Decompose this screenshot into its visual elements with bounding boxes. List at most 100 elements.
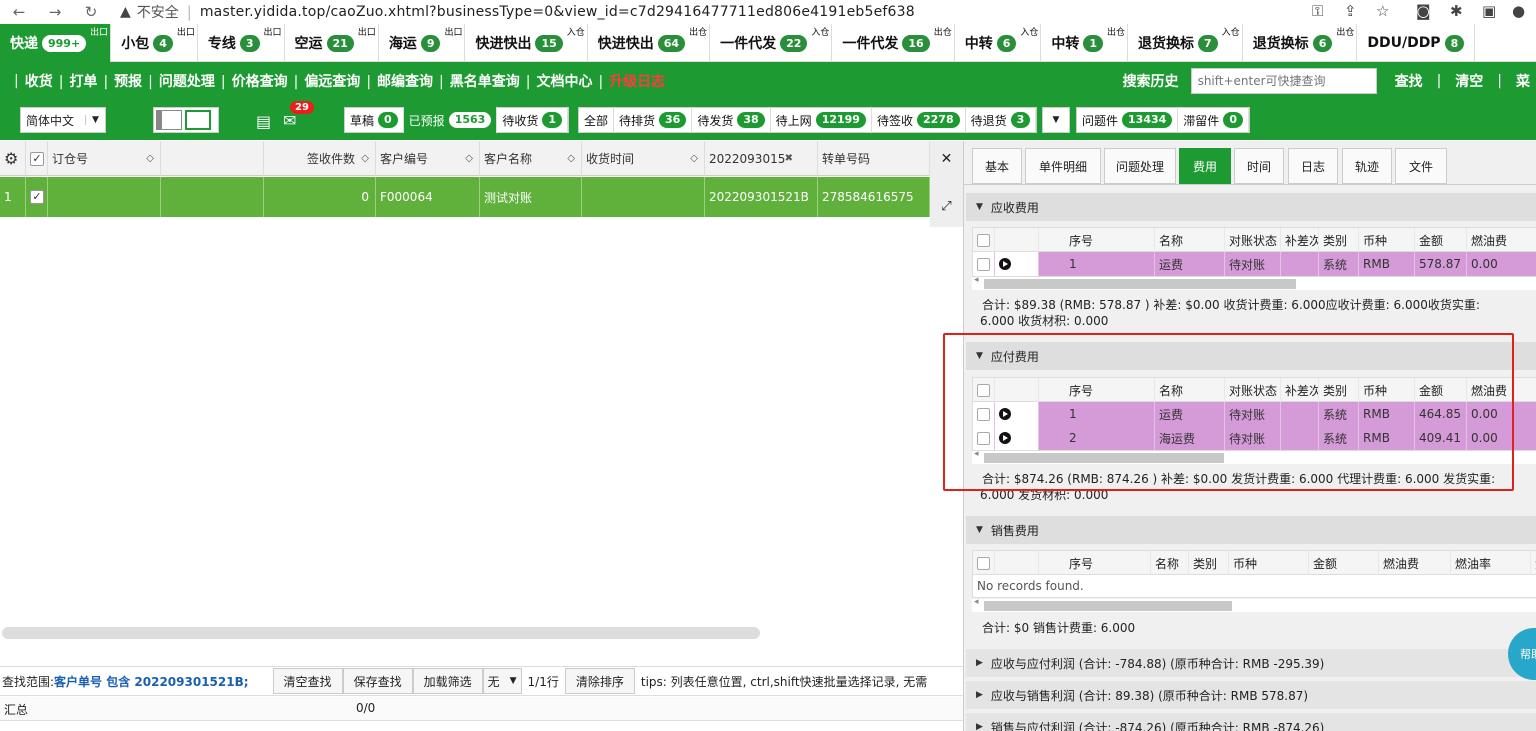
share-icon[interactable]: ⇪ <box>1344 2 1357 20</box>
receivable-scrollbar[interactable]: ◂ <box>972 275 1536 290</box>
col-header-sign-count[interactable]: 签收件数 ◇ <box>264 141 376 176</box>
menu-item-6[interactable]: 邮编查询 <box>371 74 439 90</box>
layout-toggle[interactable] <box>153 107 219 133</box>
detail-tab-5[interactable]: 日志 <box>1288 148 1338 184</box>
cell-booking-no <box>48 177 161 217</box>
select-all-checkbox[interactable]: ✓ <box>26 141 48 176</box>
row-checkbox[interactable]: ✓ <box>26 177 48 217</box>
header-checkbox[interactable] <box>973 228 995 252</box>
module-tab-11[interactable]: 退货换标 7 入仓 <box>1128 24 1243 62</box>
module-tab-2[interactable]: 专线 3 出口 <box>198 24 285 62</box>
clear-sort-button[interactable]: 清除排序 <box>564 668 635 694</box>
col-header-blank[interactable] <box>161 141 264 176</box>
col-header-booking-no[interactable]: 订仓号 ◇ <box>48 141 161 176</box>
menu-item-8[interactable]: 文档中心 <box>530 74 598 90</box>
window-icon[interactable]: ▣ <box>1482 2 1496 20</box>
module-tab-12[interactable]: 退货换标 6 出仓 <box>1243 24 1358 62</box>
settings-gear-icon[interactable]: ⚙ <box>0 141 26 176</box>
find-button[interactable]: 查找 <box>1389 71 1429 91</box>
module-tab-13[interactable]: DDU/DDP 8 <box>1357 24 1476 62</box>
menu-item-3[interactable]: 问题处理 <box>153 74 221 90</box>
filter-group1-1[interactable]: 已预报 1563 <box>403 107 498 133</box>
language-select[interactable]: 简体中文 ▼ <box>20 107 106 133</box>
filter-group3-0[interactable]: 问题件 13434 <box>1077 107 1179 133</box>
back-arrow-icon[interactable]: ← <box>8 3 30 21</box>
module-tab-7[interactable]: 一件代发 22 入仓 <box>710 24 833 62</box>
clear-button[interactable]: 清空 <box>1449 71 1489 91</box>
load-filter-button[interactable]: 加载筛选 <box>412 668 483 694</box>
search-history-button[interactable]: 搜索历史 <box>1117 71 1185 91</box>
row-checkbox[interactable] <box>973 252 995 276</box>
filter-group2-1[interactable]: 待排货 36 <box>614 107 693 133</box>
module-tab-4[interactable]: 海运 9 出口 <box>379 24 466 62</box>
module-count-badge: 6 <box>996 34 1017 52</box>
filter-group2-5[interactable]: 待退货 3 <box>966 107 1037 133</box>
section-sales-header[interactable]: ▼ 销售费用 <box>966 516 1536 544</box>
filter-group2-2[interactable]: 待发货 38 <box>692 107 771 133</box>
reload-icon[interactable]: ↻ <box>80 3 102 21</box>
profile-icon[interactable]: ● <box>1512 2 1525 20</box>
filter-group2-4[interactable]: 待签收 2278 <box>872 107 966 133</box>
detail-tab-6[interactable]: 轨迹 <box>1342 148 1392 184</box>
filter-select[interactable]: 无 ▼ <box>482 668 522 694</box>
profit-row-0[interactable]: ▶ 应收与应付利润 (合计: -784.88) (原币种合计: RMB -295.… <box>966 649 1536 677</box>
table-row[interactable]: 1 ✓ 0 F000064 测试对账 202209301521B 2785846… <box>0 177 930 217</box>
forward-arrow-icon[interactable]: → <box>44 3 66 21</box>
detail-tab-1[interactable]: 单件明细 <box>1025 148 1101 184</box>
full-layout-icon[interactable] <box>185 110 211 130</box>
module-tab-1[interactable]: 小包 4 出口 <box>111 24 198 62</box>
col-header-customer-name[interactable]: 客户名称 ◇ <box>480 141 582 176</box>
col-header-receive-time[interactable]: 收货时间 ◇ <box>582 141 705 176</box>
module-tab-9[interactable]: 中转 6 入仓 <box>955 24 1042 62</box>
filter-group1-0[interactable]: 草稿 0 <box>345 107 404 133</box>
menu-item-1[interactable]: 打单 <box>63 74 103 90</box>
list-icon[interactable]: ▤ <box>256 112 271 131</box>
section-receivable-header[interactable]: ▼ 应收费用 <box>966 193 1536 221</box>
menu-more[interactable]: 菜 <box>1510 71 1536 91</box>
col-header-customer-no[interactable]: 客户编号 ◇ <box>376 141 480 176</box>
save-search-button[interactable]: 保存查找 <box>342 668 413 694</box>
key-icon[interactable]: ⚿ <box>1312 2 1323 20</box>
menu-upgrade-log[interactable]: 升级日志 <box>603 71 671 91</box>
menu-item-5[interactable]: 偏远查询 <box>298 74 366 90</box>
col-header-batch[interactable]: 2022093015 ✖ <box>705 141 818 176</box>
module-tab-10[interactable]: 中转 1 出仓 <box>1041 24 1129 62</box>
clear-search-button[interactable]: 清空查找 <box>272 668 343 694</box>
menu-item-4[interactable]: 价格查询 <box>226 74 294 90</box>
header-spacer <box>995 228 1039 252</box>
module-tab-3[interactable]: 空运 21 出口 <box>285 24 379 62</box>
detail-tab-3[interactable]: 费用 <box>1179 148 1231 184</box>
url-text[interactable]: master.yidida.top/caoZuo.xhtml?businessT… <box>200 4 915 20</box>
module-tab-0[interactable]: 快递 999+ 出口 <box>0 24 112 62</box>
filter-group2-0[interactable]: 全部 <box>579 107 615 133</box>
col-header-transfer-no[interactable]: 转单号码 <box>818 141 930 176</box>
star-icon[interactable]: ☆ <box>1376 2 1389 20</box>
profit-row-2[interactable]: ▶ 销售与应付利润 (合计: -874.26) (原币种合计: RMB -874.… <box>966 713 1536 731</box>
profit-row-1[interactable]: ▶ 应收与销售利润 (合计: 89.38) (原币种合计: RMB 578.87) <box>966 681 1536 709</box>
grid-horizontal-scrollbar[interactable] <box>2 627 760 639</box>
detail-tab-4[interactable]: 时间 <box>1234 148 1284 184</box>
fee-row[interactable]: 1 运费 待对账 系统 RMB 578.87 0.00 <box>973 252 1536 276</box>
play-icon[interactable] <box>995 252 1039 276</box>
filter-group2-3[interactable]: 待上网 12199 <box>771 107 872 133</box>
quick-search-input[interactable] <box>1190 68 1377 94</box>
detail-tab-2[interactable]: 问题处理 <box>1104 148 1176 184</box>
menu-item-0[interactable]: 收货 <box>19 74 59 90</box>
header-checkbox[interactable] <box>973 551 995 575</box>
puzzle-icon[interactable]: ✱ <box>1450 2 1463 20</box>
sales-scrollbar[interactable]: ◂ <box>972 597 1536 612</box>
more-filters-dropdown[interactable]: ▼ <box>1042 107 1070 133</box>
expand-icon[interactable]: ⤢ <box>930 191 963 221</box>
module-tab-6[interactable]: 快进快出 64 出仓 <box>588 24 711 62</box>
close-panel-icon[interactable]: ✕ <box>930 141 963 177</box>
module-tab-8[interactable]: 一件代发 16 出仓 <box>832 24 955 62</box>
menu-item-2[interactable]: 预报 <box>108 74 148 90</box>
detail-tab-0[interactable]: 基本 <box>972 148 1022 184</box>
detail-tab-7[interactable]: 文件 <box>1395 148 1447 184</box>
module-tab-5[interactable]: 快进快出 15 入仓 <box>465 24 588 62</box>
split-layout-icon[interactable] <box>156 110 182 130</box>
filter-group3-1[interactable]: 滞留件 0 <box>1178 107 1249 133</box>
filter-group1-2[interactable]: 待收货 1 <box>497 107 568 133</box>
menu-item-7[interactable]: 黑名单查询 <box>444 74 526 90</box>
extension-icon[interactable]: ◙ <box>1416 2 1431 20</box>
